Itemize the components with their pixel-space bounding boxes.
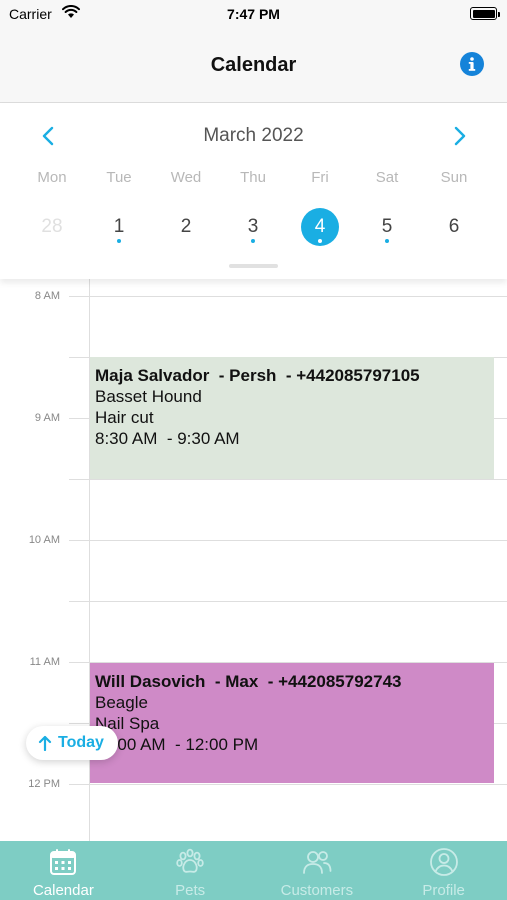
tab-label: Pets [175,882,206,899]
customers-icon [302,851,332,874]
clock-time: 7:47 PM [227,6,280,22]
event-indicator-dot [318,239,322,243]
hour-line [69,296,507,297]
weekday-label: Mon [37,169,67,186]
appointment-breed: Basset Hound [95,387,202,406]
weekday-label: Sat [375,169,399,186]
hour-label: 10 AM [28,534,60,546]
appointment-breed: Beagle [95,693,148,712]
half-hour-line [69,601,507,602]
date-number[interactable]: 3 [234,208,272,246]
weekday-label: Wed [170,169,202,186]
expand-handle[interactable] [229,264,278,268]
page-title: Calendar [210,54,297,76]
paw-icon [176,848,204,873]
today-button[interactable]: Today [26,726,118,760]
selected-date-number[interactable]: 4 [301,208,339,246]
weekday-label: Thu [240,169,266,186]
navigation-bar: Calendar [0,30,507,103]
hour-label: 12 PM [28,778,60,790]
appointment-card[interactable]: Maja Salvador - Persh - +442085797105 Ba… [90,357,494,479]
day-column-fri[interactable]: Fri 4 [290,169,350,246]
next-month-button[interactable] [446,123,472,149]
day-column-wed[interactable]: Wed 2 [156,169,216,246]
event-indicator-dot [385,239,389,243]
status-bar: Carrier 7:47 PM [0,0,507,30]
today-label: Today [58,734,104,751]
tab-label: Calendar [32,882,94,899]
weekday-label: Tue [106,169,132,186]
tab-label: Profile [422,882,465,899]
day-column-sun[interactable]: Sun 6 [424,169,484,246]
month-title: March 2022 [203,125,304,146]
tab-pets[interactable]: Pets [127,841,254,900]
hour-line [69,784,507,785]
hour-label: 11 AM [29,656,60,668]
weekday-label: Sun [440,169,468,186]
appointment-title: Maja Salvador - Persh - +442085797105 [95,366,420,385]
hour-label: 9 AM [34,412,60,424]
appointment-card[interactable]: Will Dasovich - Max - +442085792743 Beag… [90,663,494,783]
info-button[interactable] [460,52,484,76]
date-number[interactable]: 1 [100,208,138,246]
tab-customers[interactable]: Customers [254,841,381,900]
appointment-time: 11:00 AM - 12:00 PM [95,735,259,754]
hour-line [69,540,507,541]
date-number[interactable]: 5 [368,208,406,246]
event-indicator-dot [251,239,255,243]
arrow-up-icon [38,735,52,751]
appointment-time: 8:30 AM - 9:30 AM [95,429,240,448]
half-hour-line [69,479,507,480]
tab-profile[interactable]: Profile [380,841,507,900]
day-column-mon[interactable]: Mon 28 [22,169,82,246]
appointment-title: Will Dasovich - Max - +442085792743 [95,672,402,691]
day-timeline[interactable]: 8 AM 9 AM 10 AM 11 AM 12 PM Maja Salvado… [0,279,507,841]
day-column-thu[interactable]: Thu 3 [223,169,283,246]
calendar-icon [50,849,77,875]
profile-icon [429,848,458,876]
weekday-label: Fri [311,169,329,186]
tab-bar: Calendar Pets Customers Profile [0,841,507,900]
appointment-service: Hair cut [95,408,154,427]
date-number[interactable]: 2 [167,208,205,246]
appointment-service: Nail Spa [95,714,160,733]
day-column-tue[interactable]: Tue 1 [89,169,149,246]
day-column-sat[interactable]: Sat 5 [357,169,417,246]
info-icon [468,57,476,71]
hour-label: 8 AM [34,290,60,302]
tab-label: Customers [280,882,354,899]
tab-calendar[interactable]: Calendar [0,841,127,900]
week-calendar: March 2022 Mon 28 Tue 1 Wed 2 Thu 3 Fri … [0,103,507,279]
date-number[interactable]: 28 [33,208,71,246]
date-number[interactable]: 6 [435,208,473,246]
event-indicator-dot [117,239,121,243]
battery-icon [470,7,500,20]
